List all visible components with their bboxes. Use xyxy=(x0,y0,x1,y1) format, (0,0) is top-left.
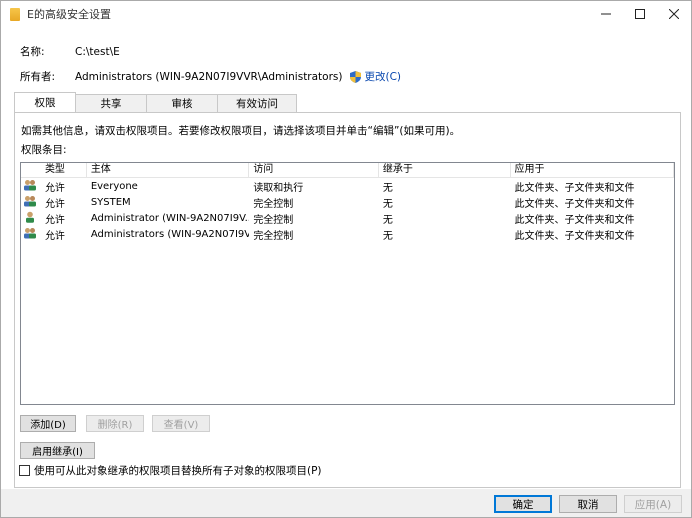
permission-entries-label: 权限条目: xyxy=(21,144,67,156)
row-principal: Administrators (WIN-9A2N07I9V... xyxy=(90,228,250,240)
header-applies-to[interactable]: 应用于 xyxy=(511,163,675,177)
owner-label: 所有者: xyxy=(20,71,56,83)
cancel-button[interactable]: 取消 xyxy=(559,495,617,513)
apply-button[interactable]: 应用(A) xyxy=(624,495,682,513)
list-header: 类型 主体 访问 继承于 应用于 xyxy=(21,163,675,178)
row-access: 完全控制 xyxy=(253,230,294,242)
window-title: E的高级安全设置 xyxy=(27,8,111,21)
table-row[interactable]: 允许 SYSTEM 完全控制 无 此文件夹、子文件夹和文件 xyxy=(21,194,674,210)
permission-entries-list[interactable]: 类型 主体 访问 继承于 应用于 允许 Everyone 读取和执行 无 此文件… xyxy=(20,162,675,405)
row-principal: SYSTEM xyxy=(90,196,131,208)
row-inherited-from: 无 xyxy=(382,214,393,226)
header-icon-column xyxy=(21,163,41,177)
hint-text: 如需其他信息，请双击权限项目。若要修改权限项目，请选择该项目并单击“编辑”(如果… xyxy=(21,125,461,137)
header-principal[interactable]: 主体 xyxy=(87,163,250,177)
close-button[interactable] xyxy=(657,1,691,27)
row-type: 允许 xyxy=(44,198,65,210)
user-icon xyxy=(26,211,34,223)
close-icon xyxy=(669,9,679,19)
owner-row: 所有者: Administrators (WIN-9A2N07I9VVR\Adm… xyxy=(20,69,401,84)
row-type: 允许 xyxy=(44,230,65,242)
users-icon xyxy=(24,179,36,190)
add-button[interactable]: 添加(D) xyxy=(20,415,76,432)
advanced-security-window: E的高级安全设置 名称: C:\test\E 所有者: Administrato… xyxy=(0,0,692,518)
minimize-icon xyxy=(601,13,611,15)
uac-shield-icon xyxy=(350,70,362,83)
table-row[interactable]: 允许 Everyone 读取和执行 无 此文件夹、子文件夹和文件 xyxy=(21,178,674,194)
view-button[interactable]: 查看(V) xyxy=(152,415,210,432)
maximize-button[interactable] xyxy=(623,1,657,27)
row-inherited-from: 无 xyxy=(382,230,393,242)
owner-value: Administrators (WIN-9A2N07I9VVR\Administ… xyxy=(75,70,343,83)
users-icon xyxy=(24,195,36,206)
row-access: 完全控制 xyxy=(253,214,294,226)
row-access: 读取和执行 xyxy=(253,182,304,194)
name-value: C:\test\E xyxy=(75,45,120,58)
minimize-button[interactable] xyxy=(589,1,623,27)
dialog-content: 名称: C:\test\E 所有者: Administrators (WIN-9… xyxy=(1,27,691,489)
row-inherited-from: 无 xyxy=(382,198,393,210)
tab-auditing[interactable]: 审核 xyxy=(146,94,218,112)
row-type: 允许 xyxy=(44,182,65,194)
folder-icon xyxy=(10,7,20,21)
replace-child-permissions-row[interactable]: 使用可从此对象继承的权限项目替换所有子对象的权限项目(P) xyxy=(19,463,322,478)
tab-sharing[interactable]: 共享 xyxy=(75,94,147,112)
tab-permissions[interactable]: 权限 xyxy=(14,92,76,112)
row-applies-to: 此文件夹、子文件夹和文件 xyxy=(514,182,635,194)
name-row: 名称: C:\test\E xyxy=(20,44,120,59)
header-inherited-from[interactable]: 继承于 xyxy=(379,163,511,177)
change-owner-link[interactable]: 更改(C) xyxy=(364,69,401,84)
row-principal: Everyone xyxy=(90,180,138,192)
enable-inheritance-button[interactable]: 启用继承(I) xyxy=(20,442,95,459)
remove-button[interactable]: 删除(R) xyxy=(86,415,144,432)
row-type: 允许 xyxy=(44,214,65,226)
permissions-panel: 如需其他信息，请双击权限项目。若要修改权限项目，请选择该项目并单击“编辑”(如果… xyxy=(14,112,681,488)
ok-button[interactable]: 确定 xyxy=(494,495,552,513)
header-type[interactable]: 类型 xyxy=(41,163,87,177)
table-row[interactable]: 允许 Administrator (WIN-9A2N07I9V... 完全控制 … xyxy=(21,210,674,226)
tab-effective-access[interactable]: 有效访问 xyxy=(217,94,297,112)
title-bar[interactable]: E的高级安全设置 xyxy=(1,1,691,27)
row-applies-to: 此文件夹、子文件夹和文件 xyxy=(514,230,635,242)
row-access: 完全控制 xyxy=(253,198,294,210)
tab-strip: 权限 共享 审核 有效访问 xyxy=(14,92,297,112)
maximize-icon xyxy=(635,9,645,19)
row-principal: Administrator (WIN-9A2N07I9V... xyxy=(90,212,250,224)
table-row[interactable]: 允许 Administrators (WIN-9A2N07I9V... 完全控制… xyxy=(21,226,674,242)
replace-child-permissions-label: 使用可从此对象继承的权限项目替换所有子对象的权限项目(P) xyxy=(34,465,322,477)
row-applies-to: 此文件夹、子文件夹和文件 xyxy=(514,214,635,226)
replace-child-permissions-checkbox[interactable] xyxy=(19,465,30,476)
header-access[interactable]: 访问 xyxy=(249,163,379,177)
row-inherited-from: 无 xyxy=(382,182,393,194)
users-icon xyxy=(24,227,36,238)
row-applies-to: 此文件夹、子文件夹和文件 xyxy=(514,198,635,210)
name-label: 名称: xyxy=(20,46,45,58)
